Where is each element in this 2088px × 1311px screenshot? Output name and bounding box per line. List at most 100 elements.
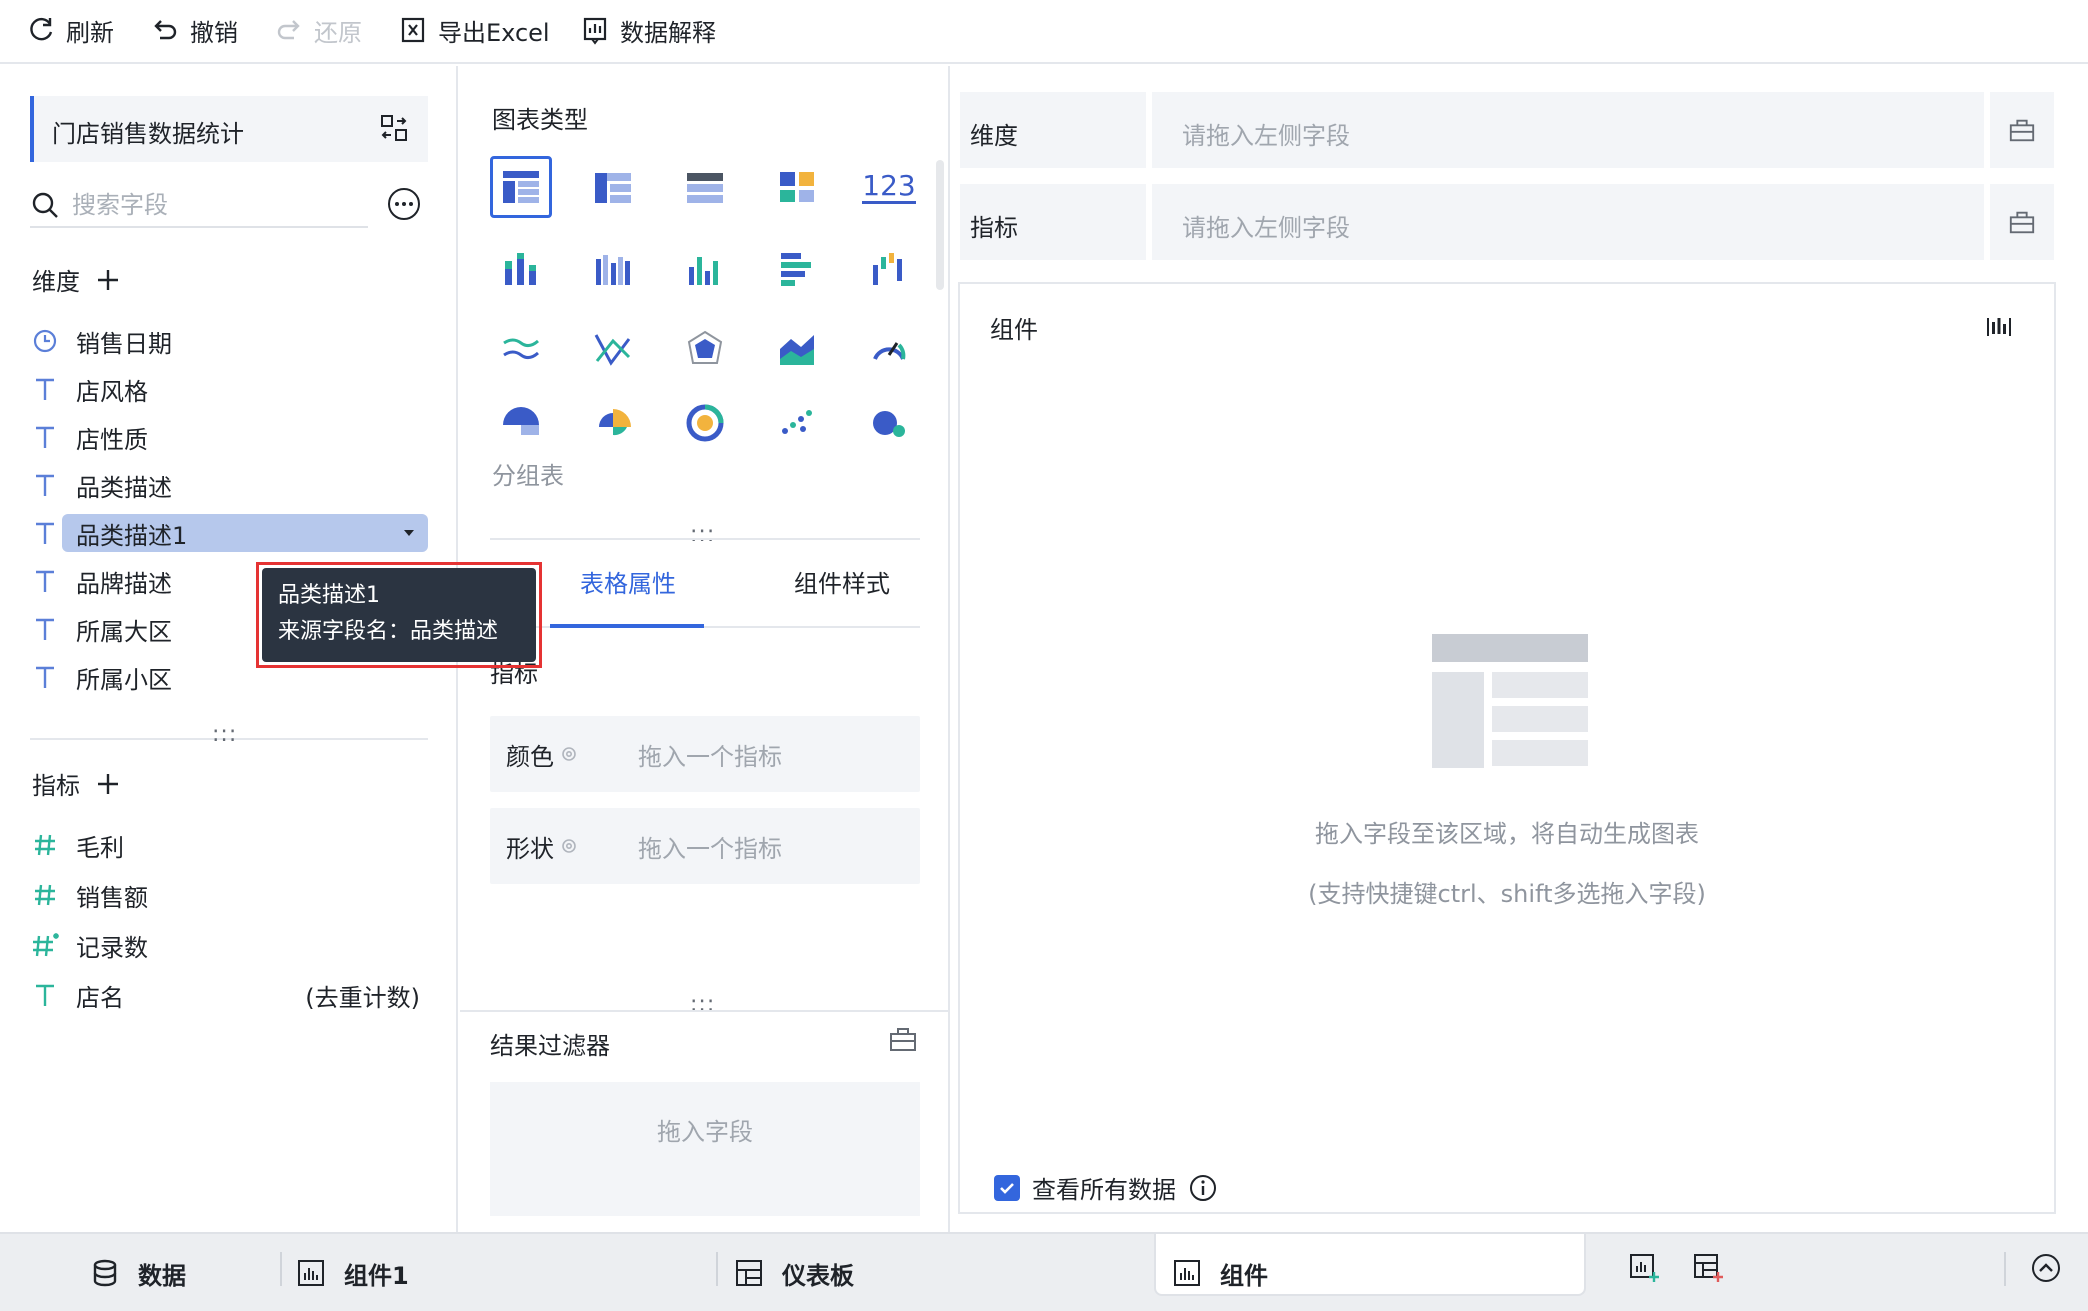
tab-component-label: 组件 [1220, 1261, 1268, 1290]
chart-type-pie[interactable] [490, 392, 552, 454]
chart-type-title: 图表类型 [492, 106, 588, 134]
resize-handle[interactable]: ::: [212, 722, 237, 747]
add-metric-icon[interactable] [96, 772, 120, 796]
chart-type-detail-table[interactable] [674, 156, 736, 218]
data-explain-button[interactable]: 数据解释 [580, 10, 716, 50]
resize-handle[interactable]: ::: [690, 992, 715, 1017]
multi-pie-icon [686, 404, 724, 442]
chart-type-radar[interactable] [674, 318, 736, 380]
result-filter-title: 结果过滤器 [490, 1032, 610, 1060]
toolbox-icon [2009, 211, 2035, 234]
chart-type-waterfall[interactable] [858, 238, 920, 300]
tab-component-active[interactable]: 组件 [1172, 1248, 1268, 1298]
chart-type-grouped-table[interactable] [490, 156, 552, 218]
clock-icon [30, 328, 60, 354]
dimension-field-label: 品牌描述 [76, 569, 172, 598]
chart-type-gauge[interactable] [858, 318, 920, 380]
more-options-icon[interactable] [386, 186, 422, 222]
chart-type-area[interactable] [766, 318, 828, 380]
scatter-icon [782, 410, 812, 434]
metric-drop-zone[interactable]: 请拖入左侧字段 [1152, 184, 1984, 260]
dimension-toolbox-button[interactable] [1990, 92, 2054, 168]
metric-field-label: 毛利 [76, 833, 124, 862]
record-count-icon [30, 931, 60, 959]
chart-type-indicator-number[interactable]: 123 [858, 156, 920, 218]
bar-chart-icon [298, 1260, 324, 1286]
undo-button[interactable]: 撤销 [150, 10, 238, 50]
chart-type-line[interactable] [490, 318, 552, 380]
tab-dashboard[interactable]: 仪表板 [734, 1248, 854, 1298]
dimension-field-label: 店风格 [76, 377, 148, 406]
dimension-field[interactable]: 店风格 [30, 370, 430, 408]
dimension-drop-zone[interactable]: 请拖入左侧字段 [1152, 92, 1984, 168]
metric-field[interactable]: 毛利 [30, 826, 430, 864]
chart-type-scatter[interactable] [766, 392, 828, 454]
dimension-field[interactable]: 店性质 [30, 418, 430, 456]
redo-button[interactable]: 还原 [274, 10, 362, 50]
caret-down-icon[interactable] [402, 526, 416, 540]
chart-type-stacked-bar[interactable] [490, 238, 552, 300]
polyline-icon [594, 334, 631, 366]
chart-type-scrollbar[interactable] [936, 160, 944, 290]
export-excel-label: 导出Excel [438, 18, 550, 47]
gear-icon[interactable] [560, 837, 578, 855]
dimension-field-label: 店性质 [76, 425, 148, 454]
chart-type-rose[interactable] [582, 392, 644, 454]
dimension-section-title: 维度 [32, 268, 80, 296]
field-search-input[interactable] [72, 191, 342, 219]
metric-toolbox-button[interactable] [1990, 184, 2054, 260]
text-type-icon [30, 664, 60, 690]
result-filter-drop-zone[interactable]: 拖入字段 [490, 1082, 920, 1216]
add-dashboard-icon[interactable] [1692, 1252, 1724, 1284]
export-excel-button[interactable]: 导出Excel [398, 10, 550, 50]
chart-type-bubble[interactable] [858, 392, 920, 454]
chart-type-horizontal-bar[interactable] [766, 238, 828, 300]
tab-widget1[interactable]: 组件1 [296, 1248, 409, 1298]
metric-field[interactable]: 记录数 [30, 926, 430, 964]
dimension-drop-row: 维度 请拖入左侧字段 [960, 92, 2054, 168]
add-dimension-icon[interactable] [96, 268, 120, 292]
dataset-selector[interactable]: 门店销售数据统计 [30, 96, 428, 162]
excel-export-icon [401, 17, 425, 43]
info-icon[interactable] [1188, 1173, 1218, 1203]
chart-canvas[interactable]: 组件 拖入字段至该区域，将自动生成图表 (支持快捷键ctrl、shift多选拖入… [958, 282, 2056, 1214]
radar-icon [687, 330, 723, 364]
metric-field[interactable]: 销售额 [30, 876, 430, 914]
shape-drop-slot[interactable]: 形状 拖入一个指标 [490, 808, 920, 884]
chart-type-kpi-card[interactable] [766, 156, 828, 218]
data-explain-label: 数据解释 [620, 18, 716, 47]
chart-type-bar[interactable] [674, 238, 736, 300]
collapse-up-icon[interactable] [2030, 1252, 2062, 1284]
text-type-icon [30, 982, 60, 1008]
chart-type-multi-pie[interactable] [674, 392, 736, 454]
tab-table-properties[interactable]: 表格属性 [580, 564, 676, 599]
dimension-field[interactable]: 品类描述 [30, 466, 430, 504]
switch-dataset-icon[interactable] [378, 112, 410, 144]
tab-component-style[interactable]: 组件样式 [794, 564, 890, 599]
tab-dashboard-label: 仪表板 [782, 1261, 854, 1290]
metric-section-header: 指标 [32, 766, 120, 801]
shape-slot-label: 形状 [506, 829, 578, 864]
gear-icon[interactable] [560, 745, 578, 763]
active-tab-indicator [550, 624, 704, 628]
chart-settings-icon[interactable] [1984, 312, 2014, 342]
metric-field[interactable]: 店名 (去重计数) [30, 976, 430, 1014]
chart-type-grouped-bar[interactable] [582, 238, 644, 300]
distinct-count-label: (去重计数) [305, 983, 420, 1012]
add-component-icon[interactable] [1628, 1252, 1660, 1284]
chart-type-cross-table[interactable] [582, 156, 644, 218]
stacked-bar-icon [505, 253, 536, 285]
filter-toolbox-icon[interactable] [888, 1024, 918, 1054]
tab-data[interactable]: 数据 [90, 1248, 186, 1298]
undo-icon [154, 20, 177, 40]
dimension-field-selected[interactable]: 品类描述1 [30, 514, 430, 552]
section-divider [460, 1010, 950, 1012]
rose-chart-icon [599, 409, 631, 436]
color-drop-slot[interactable]: 颜色 拖入一个指标 [490, 716, 920, 792]
dimension-field-label: 所属大区 [76, 617, 172, 646]
view-all-checkbox[interactable] [994, 1174, 1020, 1201]
chart-type-polyline[interactable] [582, 318, 644, 380]
dimension-field[interactable]: 销售日期 [30, 322, 430, 360]
dimension-field-label: 品类描述 [76, 473, 172, 502]
refresh-button[interactable]: 刷新 [26, 10, 114, 50]
